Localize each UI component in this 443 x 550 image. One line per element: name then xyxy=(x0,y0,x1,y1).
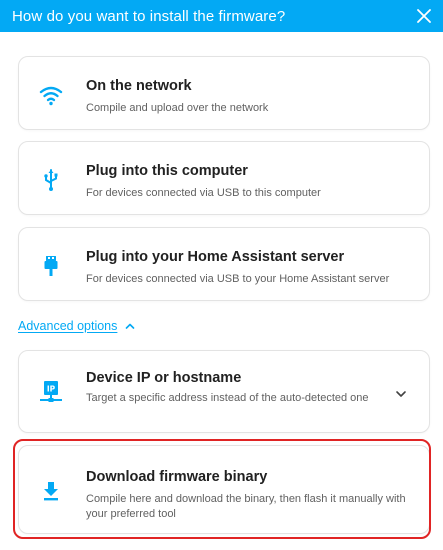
option-subtitle: Target a specific address instead of the… xyxy=(86,392,369,404)
dialog-header: How do you want to install the firmware? xyxy=(0,0,443,32)
option-subtitle: For devices connected via USB to your Ho… xyxy=(86,273,390,285)
option-title: Device IP or hostname xyxy=(86,370,242,386)
option-title: On the network xyxy=(86,78,192,94)
chevron-down-icon[interactable] xyxy=(395,387,407,399)
option-subtitle: Compile here and download the binary, th… xyxy=(86,493,406,520)
option-title: Download firmware binary xyxy=(86,469,268,485)
option-subtitle: For devices connected via USB to this co… xyxy=(86,187,321,199)
option-title: Plug into this computer xyxy=(86,163,248,179)
option-plug-into-ha-server[interactable]: Plug into your Home Assistant server For… xyxy=(18,227,430,301)
usb-plug-icon xyxy=(39,254,63,278)
chevron-up-icon[interactable] xyxy=(125,317,135,335)
dialog-title: How do you want to install the firmware? xyxy=(12,7,286,25)
close-icon[interactable] xyxy=(413,5,435,27)
advanced-options-toggle[interactable]: Advanced options xyxy=(18,318,135,334)
option-plug-into-computer[interactable]: Plug into this computer For devices conn… xyxy=(18,141,430,215)
option-subtitle: Compile and upload over the network xyxy=(86,102,269,114)
usb-icon xyxy=(39,168,63,192)
option-on-the-network[interactable]: On the network Compile and upload over t… xyxy=(18,56,430,130)
svg-text:IP: IP xyxy=(47,385,56,394)
option-title: Plug into your Home Assistant server xyxy=(86,249,345,265)
wifi-icon xyxy=(39,83,63,107)
advanced-options-label[interactable]: Advanced options xyxy=(18,319,117,333)
ip-network-icon: IP xyxy=(39,380,63,404)
download-icon xyxy=(39,479,63,503)
option-device-ip[interactable]: IP Device IP or hostname Target a specif… xyxy=(18,350,430,433)
option-download-binary[interactable]: Download firmware binary Compile here an… xyxy=(18,445,430,534)
